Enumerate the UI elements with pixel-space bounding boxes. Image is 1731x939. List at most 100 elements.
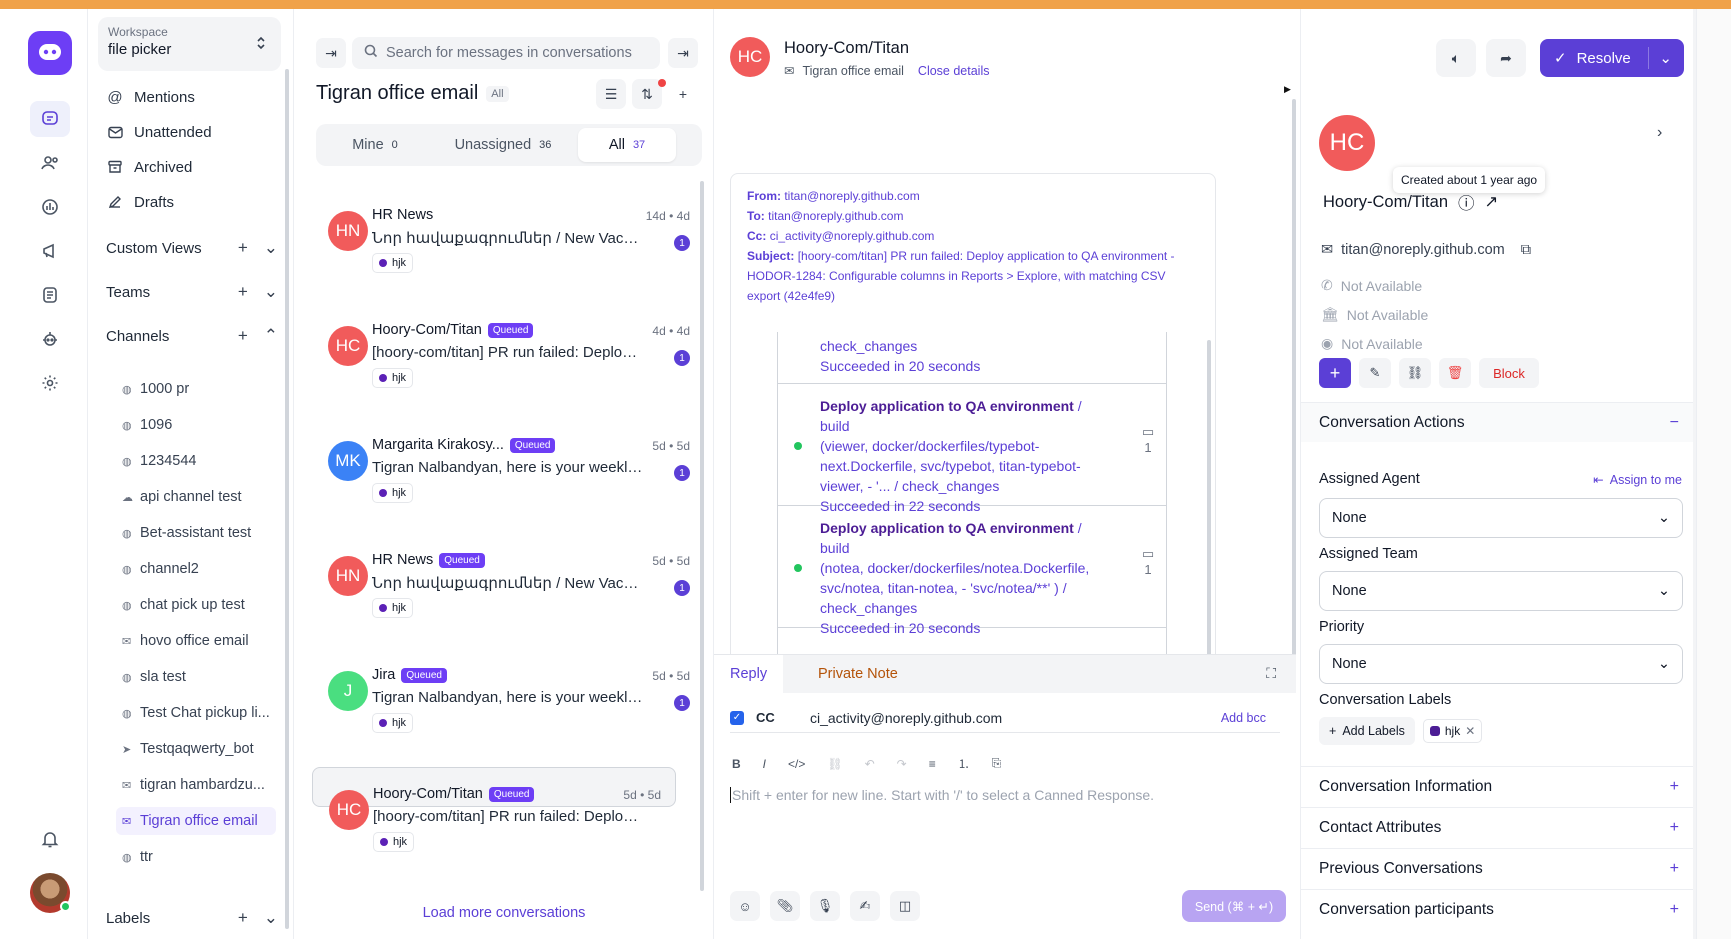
ai-assist-icon[interactable]: ◫ <box>890 891 920 921</box>
reports-icon[interactable] <box>30 189 70 225</box>
sidebar-scrollbar[interactable] <box>285 69 289 929</box>
numbered-list-icon[interactable]: ⒈ <box>958 755 970 772</box>
conversation-card-selected[interactable]: HC Hoory-Com/Titan Queued 5d • 5d [hoory-… <box>312 767 676 852</box>
channel-item[interactable]: ◍ 1096 <box>116 411 276 439</box>
campaigns-icon[interactable] <box>30 233 70 269</box>
channel-item[interactable]: ◍ Bet-assistant test <box>116 519 276 547</box>
new-conversation-button[interactable]: + <box>668 79 698 109</box>
canned-response-icon[interactable]: ⎘ <box>992 756 1002 771</box>
code-icon[interactable]: </> <box>788 757 805 771</box>
check-title[interactable]: Deploy application to QA environment <box>820 398 1074 414</box>
redo-icon[interactable]: ↷ <box>897 757 907 771</box>
conversation-card[interactable]: MK Margarita Kirakosy... Queued 5d • 5d T… <box>312 419 704 527</box>
captain-bot-icon[interactable] <box>30 321 70 357</box>
channel-item[interactable]: ◍ chat pick up test <box>116 591 276 619</box>
link-icon[interactable]: ⛓ <box>827 757 842 771</box>
messages-scrollbar[interactable] <box>1292 99 1296 659</box>
toggle-panel-button[interactable]: ⇥ <box>668 38 698 68</box>
bullet-list-icon[interactable]: ≡ <box>929 757 936 771</box>
app-logo[interactable] <box>28 31 72 75</box>
plus-icon[interactable]: + <box>238 238 248 258</box>
list-scrollbar[interactable] <box>700 181 704 891</box>
microphone-icon[interactable]: 🎙︎ <box>810 891 840 921</box>
plus-icon[interactable]: + <box>238 326 248 346</box>
send-button[interactable]: Send (⌘ + ↵) <box>1182 890 1286 922</box>
chevron-right-icon[interactable]: › <box>1657 124 1662 142</box>
channel-item[interactable]: ✉ hovo office email <box>116 627 276 655</box>
channel-item[interactable]: ☁ api channel test <box>116 483 276 511</box>
conversation-card[interactable]: HC Hoory-Com/Titan Queued 4d • 4d [hoory-… <box>312 304 704 412</box>
channel-item[interactable]: ◍ ttr <box>116 843 276 871</box>
contacts-icon[interactable] <box>30 145 70 181</box>
collapse-sidebar-button[interactable]: ⇥ <box>316 38 346 68</box>
delete-contact-button[interactable]: 🗑︎ <box>1439 358 1471 388</box>
email-scrollbar[interactable] <box>1207 340 1211 672</box>
tab-reply[interactable]: Reply <box>714 655 784 693</box>
conversation-card[interactable]: HN HR News 14d • 4d Նոր հավաքագրումներ /… <box>312 189 704 297</box>
reply-editor[interactable]: Shift + enter for new line. Start with '… <box>730 787 1154 803</box>
notifications-bell-icon[interactable] <box>30 821 70 857</box>
cc-input[interactable]: ci_activity@noreply.github.com <box>810 710 1002 726</box>
section-teams[interactable]: Teams + ⌄ <box>106 279 278 305</box>
user-avatar[interactable] <box>30 873 71 913</box>
chevron-down-icon[interactable]: ⌄ <box>264 282 278 302</box>
add-bcc-button[interactable]: Add bcc <box>1221 711 1266 725</box>
expand-icon[interactable]: ⛶ <box>1266 665 1276 682</box>
chat-bubble-icon[interactable] <box>30 101 70 137</box>
edit-contact-button[interactable]: ✎ <box>1359 358 1391 388</box>
cc-checkbox[interactable]: ✓ <box>730 710 744 725</box>
section-custom-views[interactable]: Custom Views + ⌄ <box>106 235 278 261</box>
help-center-icon[interactable] <box>30 277 70 313</box>
info-icon[interactable]: ⓘ <box>1458 190 1475 214</box>
assigned-agent-select[interactable]: None ⌄ <box>1319 498 1683 538</box>
tab-all[interactable]: All 37 <box>578 128 676 162</box>
channel-item[interactable]: ✉ tigran hambardzu... <box>116 771 276 799</box>
priority-select[interactable]: None ⌄ <box>1319 644 1683 684</box>
merge-contact-button[interactable]: ⛓ <box>1399 358 1431 388</box>
section-labels[interactable]: Labels + ⌄ <box>106 905 278 931</box>
block-contact-button[interactable]: Block <box>1479 358 1539 388</box>
settings-icon[interactable] <box>30 365 70 401</box>
sidebar-item-drafts[interactable]: Drafts <box>106 189 174 215</box>
add-labels-button[interactable]: + Add Labels <box>1319 717 1415 745</box>
attachment-icon[interactable]: 📎︎ <box>770 891 800 921</box>
section-channels[interactable]: Channels + ⌃ <box>106 323 278 349</box>
check-title[interactable]: Deploy application to QA environment <box>820 520 1074 536</box>
channel-item[interactable]: ◍ 1234544 <box>116 447 276 475</box>
workspace-switcher[interactable]: Workspace file picker <box>98 17 281 71</box>
conversation-card[interactable]: HN HR News Queued 5d • 5d Նոր հավաքագրում… <box>312 534 704 642</box>
plus-icon[interactable]: + <box>238 282 248 302</box>
chevron-down-icon[interactable]: ⌄ <box>264 908 278 928</box>
external-link-icon[interactable]: ↗ <box>1485 192 1499 212</box>
chevron-up-icon[interactable]: ⌃ <box>264 326 278 346</box>
chevron-down-icon[interactable]: ⌄ <box>264 238 278 258</box>
accordion-contact-attributes[interactable]: Contact Attributes + <box>1301 807 1697 847</box>
tab-unassigned[interactable]: Unassigned 36 <box>432 128 574 162</box>
channel-item[interactable]: ➤ Testqaqwerty_bot <box>116 735 276 763</box>
filter-button[interactable]: ☰ <box>596 79 626 109</box>
caret-right-icon[interactable]: ▶ <box>1284 84 1291 95</box>
channel-item[interactable]: ◍ channel2 <box>116 555 276 583</box>
channel-item[interactable]: ◍ Test Chat pickup li... <box>116 699 276 727</box>
accordion-conversation-information[interactable]: Conversation Information + <box>1301 766 1697 806</box>
signature-icon[interactable]: ✍︎ <box>850 891 880 921</box>
close-details-link[interactable]: Close details <box>918 64 990 78</box>
sidebar-item-unattended[interactable]: Unattended <box>106 119 212 145</box>
accordion-conversation-actions[interactable]: Conversation Actions − <box>1301 402 1697 442</box>
conversation-card[interactable]: J Jira Queued 5d • 5d Tigran Nalbandyan, … <box>312 649 704 757</box>
new-message-button[interactable]: + <box>1319 358 1351 388</box>
italic-icon[interactable]: I <box>763 757 766 771</box>
load-more-button[interactable]: Load more conversations <box>294 905 714 921</box>
sidebar-item-archived[interactable]: Archived <box>106 154 192 180</box>
assigned-team-select[interactable]: None ⌄ <box>1319 571 1683 611</box>
assign-to-me-button[interactable]: ⇤ Assign to me <box>1593 472 1682 488</box>
accordion-previous-conversations[interactable]: Previous Conversations + <box>1301 848 1697 888</box>
channel-item-active[interactable]: ✉ Tigran office email <box>116 807 276 835</box>
copy-icon[interactable]: ⧉ <box>1521 242 1531 258</box>
bold-icon[interactable]: B <box>732 757 741 771</box>
channel-item[interactable]: ◍ sla test <box>116 663 276 691</box>
accordion-conversation-participants[interactable]: Conversation participants + <box>1301 889 1697 929</box>
contact-email[interactable]: titan@noreply.github.com <box>1341 242 1505 258</box>
sidebar-item-mentions[interactable]: @ Mentions <box>106 84 195 110</box>
search-input[interactable]: Search for messages in conversations <box>352 37 660 69</box>
